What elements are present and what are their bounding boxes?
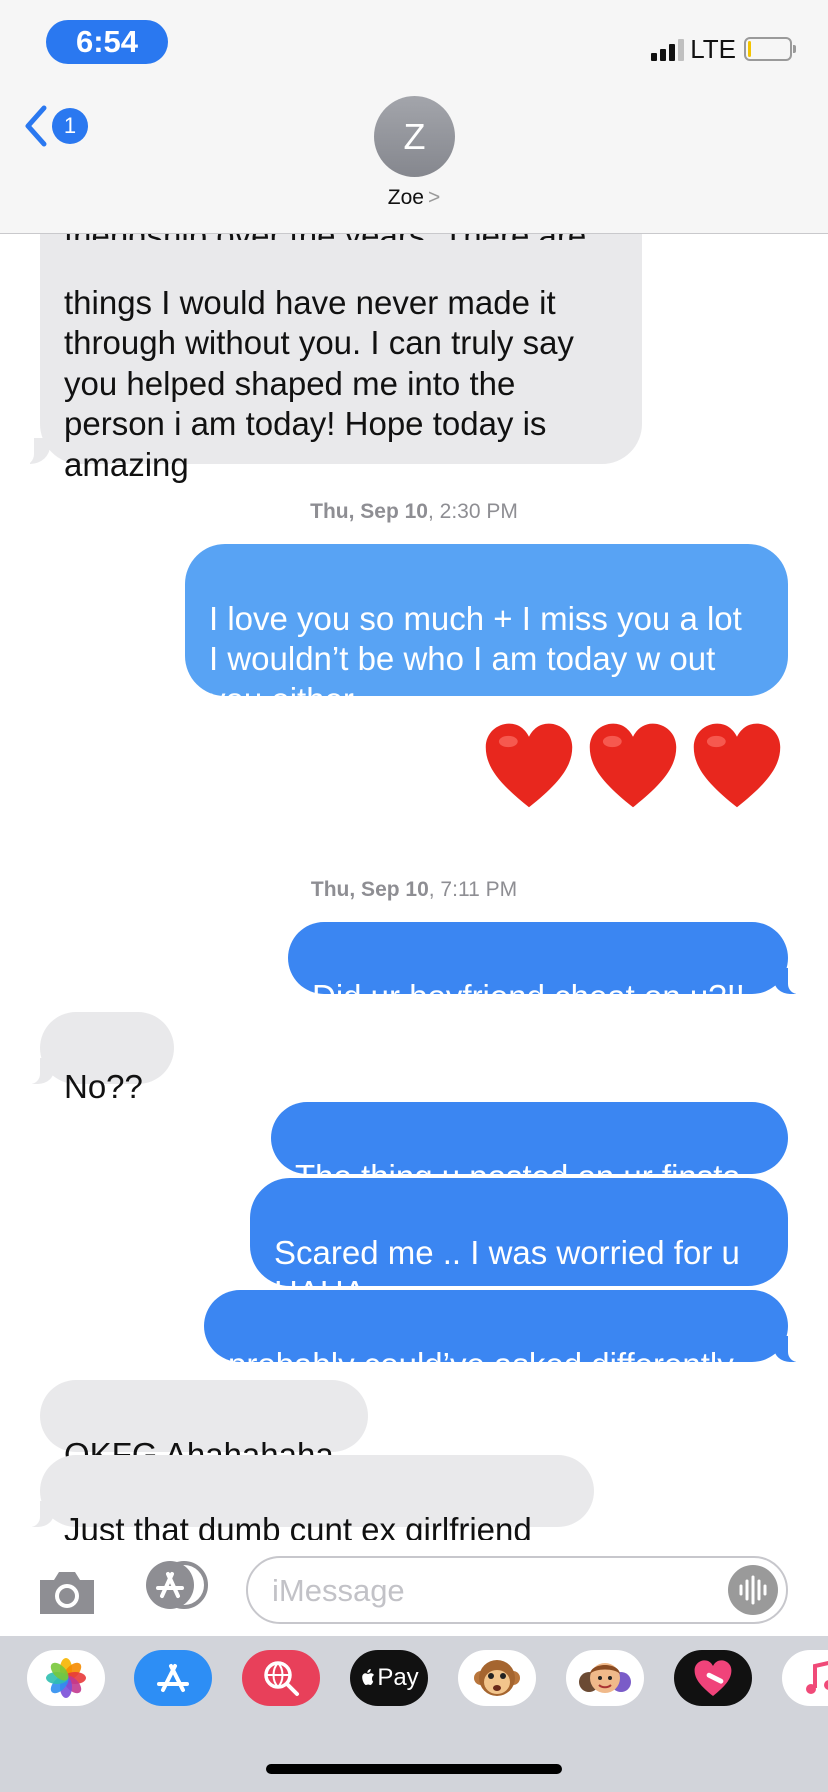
battery-icon	[744, 37, 796, 61]
app-store-icon[interactable]	[140, 1560, 210, 1610]
chevron-right-icon: >	[427, 186, 441, 209]
message-bubble-received[interactable]: OKFG Ahahahaha	[40, 1380, 368, 1473]
status-time[interactable]: 6:54	[46, 20, 168, 64]
heart-emoji	[589, 723, 677, 808]
apple-pay-app-icon[interactable]: Pay	[350, 1650, 428, 1706]
home-indicator[interactable]	[266, 1764, 562, 1774]
message-input[interactable]	[272, 1570, 692, 1612]
message-text: things I would have never made it throug…	[64, 283, 574, 483]
memoji-icon	[579, 1663, 631, 1693]
message-text: I love you so much + I miss you a lot I …	[209, 599, 742, 718]
app-store-app-icon[interactable]	[134, 1650, 212, 1706]
back-button[interactable]: 1	[22, 104, 88, 148]
photos-icon	[46, 1658, 86, 1698]
status-indicators: LTE	[651, 33, 796, 64]
conversation-header: 6:54 LTE 1 Z Zoe >	[0, 0, 828, 234]
apple-logo-icon	[362, 1669, 375, 1685]
globe-search-icon	[264, 1661, 299, 1696]
apple-pay-label: Pay	[377, 1664, 419, 1691]
emoji-message[interactable]	[482, 720, 784, 810]
waveform-icon	[739, 1575, 767, 1605]
tail-mask	[20, 430, 34, 466]
camera-icon[interactable]	[36, 1568, 98, 1616]
message-bubble-sent[interactable]: The thing u posted on ur finsta	[271, 1102, 788, 1195]
contact-name-button[interactable]: Zoe >	[0, 186, 828, 210]
animoji-app-icon[interactable]	[458, 1650, 536, 1706]
heart-icon	[694, 1660, 732, 1696]
cellular-signal-icon	[651, 37, 685, 61]
network-type: LTE	[690, 33, 736, 64]
audio-message-button[interactable]	[728, 1565, 778, 1615]
music-note-icon	[806, 1661, 828, 1694]
monkey-icon	[474, 1660, 520, 1696]
heart-emoji	[485, 723, 573, 808]
message-bubble-sent[interactable]: probably could’ve asked differently	[204, 1290, 798, 1383]
message-composer	[0, 1540, 828, 1636]
message-bubble-received[interactable]: Just that dumb cunt ex girlfriend	[30, 1455, 594, 1548]
digital-touch-app-icon[interactable]	[674, 1650, 752, 1706]
web-images-app-icon[interactable]	[242, 1650, 320, 1706]
app-store-icon	[157, 1664, 189, 1692]
timestamp: Thu, Sep 10, 7:11 PM	[310, 878, 518, 901]
message-bubble-sent[interactable]: Scared me .. I was worried for u HAHA	[250, 1178, 788, 1311]
message-bubble-sent[interactable]: I love you so much + I miss you a lot I …	[185, 544, 788, 718]
photos-app-icon[interactable]	[27, 1650, 105, 1706]
message-text: Did ur boyfriend cheat on u?!!	[312, 977, 745, 1015]
heart-emoji	[693, 723, 781, 808]
message-bubble-received[interactable]: No??	[30, 1012, 174, 1105]
timestamp: Thu, Sep 10, 2:30 PM	[310, 500, 518, 523]
contact-name: Zoe	[387, 186, 424, 209]
imessage-field[interactable]	[246, 1556, 788, 1624]
message-bubble-sent[interactable]: Did ur boyfriend cheat on u?!!	[288, 922, 798, 1015]
message-text: No??	[64, 1067, 143, 1105]
unread-badge: 1	[52, 108, 88, 144]
memoji-app-icon[interactable]	[566, 1650, 644, 1706]
chevron-left-icon	[25, 105, 47, 147]
message-text: probably could’ve asked differently	[228, 1345, 734, 1383]
contact-avatar[interactable]: Z	[374, 96, 455, 177]
music-app-icon[interactable]	[782, 1650, 828, 1706]
